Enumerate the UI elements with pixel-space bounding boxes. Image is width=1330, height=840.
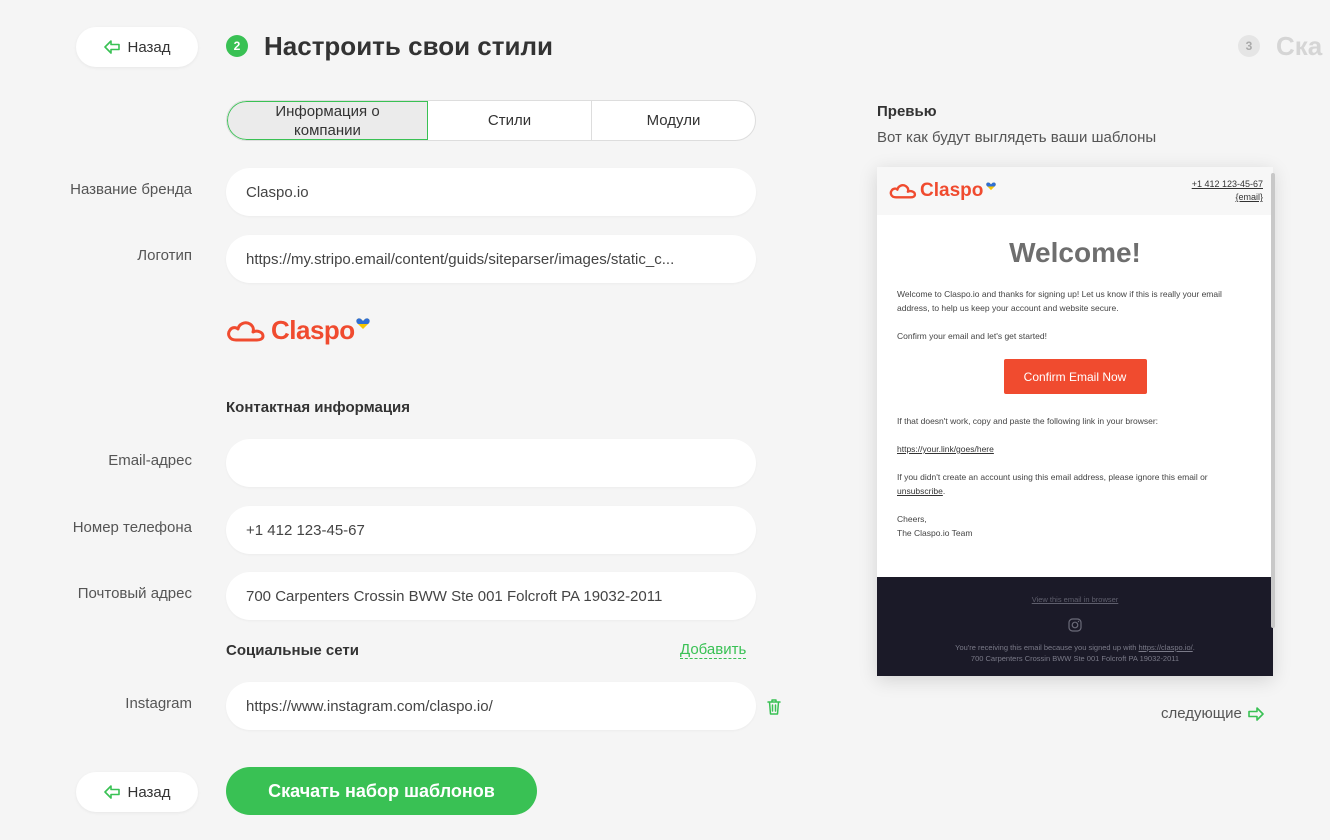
arrow-left-icon bbox=[103, 785, 120, 799]
email-heading: Welcome! bbox=[1009, 237, 1141, 268]
email-input[interactable] bbox=[226, 439, 756, 487]
unsubscribe-link[interactable]: unsubscribe bbox=[897, 486, 943, 496]
logo-text: Claspo bbox=[271, 315, 355, 345]
footer-line1-a: You're receiving this email because you … bbox=[955, 643, 1139, 652]
email-header-email[interactable]: {email} bbox=[1192, 191, 1263, 204]
logo-label: Логотип bbox=[137, 247, 192, 264]
phone-input[interactable]: +1 412 123-45-67 bbox=[226, 506, 756, 554]
brand-input-value: Claspo.io bbox=[246, 183, 309, 201]
email-header-phone[interactable]: +1 412 123-45-67 bbox=[1192, 178, 1263, 191]
address-input[interactable]: 700 Carpenters Crossin BWW Ste 001 Folcr… bbox=[226, 572, 756, 620]
footer-address: 700 Carpenters Crossin BWW Ste 001 Folcr… bbox=[970, 654, 1180, 663]
step-number: 2 bbox=[226, 35, 248, 57]
email-signoff-1: Cheers, bbox=[897, 514, 927, 524]
email-intro: Welcome to Claspo.io and thanks for sign… bbox=[897, 289, 1222, 313]
logo-input[interactable]: https://my.stripo.email/content/guids/si… bbox=[226, 235, 756, 283]
preview-subtitle: Вот как будут выглядеть ваши шаблоны bbox=[877, 129, 1157, 146]
address-label: Почтовый адрес bbox=[77, 585, 192, 602]
instagram-input-value: https://www.instagram.com/claspo.io/ bbox=[246, 697, 493, 715]
next-step-title: Ска bbox=[1276, 31, 1323, 61]
back-button-bottom[interactable]: Назад bbox=[76, 772, 198, 812]
preview-title: Превью bbox=[877, 103, 937, 120]
email-logo-text: Claspo bbox=[920, 180, 984, 201]
next-label: следующие bbox=[1161, 705, 1242, 722]
next-button[interactable]: следующие bbox=[1161, 705, 1264, 722]
view-in-browser-link[interactable]: View this email in browser bbox=[877, 577, 1273, 604]
logo-input-value: https://my.stripo.email/content/guids/si… bbox=[246, 250, 675, 268]
instagram-icon[interactable] bbox=[1068, 618, 1082, 632]
heart-icon bbox=[356, 317, 370, 329]
cloud-icon bbox=[889, 184, 917, 199]
brand-label: Название бренда bbox=[70, 181, 192, 198]
email-confirm-text: Confirm your email and let's get started… bbox=[897, 331, 1047, 341]
address-input-value: 700 Carpenters Crossin BWW Ste 001 Folcr… bbox=[246, 587, 663, 605]
arrow-left-icon bbox=[103, 40, 120, 54]
email-signoff-2: The Claspo.io Team bbox=[897, 528, 973, 538]
email-fallback-link-row: https://your.link/goes/here bbox=[897, 442, 1253, 456]
step-number-next: 3 bbox=[1238, 35, 1260, 57]
email-header: Claspo +1 412 123-45-67 {email} bbox=[877, 167, 1273, 215]
email-preview: Claspo +1 412 123-45-67 {email} Welcome!… bbox=[877, 167, 1273, 676]
contact-heading: Контактная информация bbox=[226, 399, 411, 416]
email-signoff: Cheers, The Claspo.io Team bbox=[897, 512, 1253, 540]
email-label: Email-адрес bbox=[108, 452, 192, 469]
back-button-label: Назад bbox=[127, 783, 171, 801]
tab-modules[interactable]: Модули bbox=[592, 101, 755, 140]
download-templates-button[interactable]: Скачать набор шаблонов bbox=[226, 767, 537, 815]
email-contacts: +1 412 123-45-67 {email} bbox=[1192, 178, 1263, 204]
back-button-top[interactable]: Назад bbox=[76, 27, 198, 67]
email-footer-text: You're receiving this email because you … bbox=[877, 642, 1273, 664]
footer-line1-b: . bbox=[1192, 643, 1195, 652]
tab-styles[interactable]: Стили bbox=[428, 101, 592, 140]
back-button-label: Назад bbox=[127, 38, 171, 56]
email-fallback-link[interactable]: https://your.link/goes/here bbox=[897, 444, 994, 454]
brand-input[interactable]: Claspo.io bbox=[226, 168, 756, 216]
tab-company-info[interactable]: Информация о компании bbox=[227, 101, 428, 140]
settings-tabs: Информация о компании Стили Модули bbox=[226, 100, 756, 141]
email-ignore-text-a: If you didn't create an account using th… bbox=[897, 472, 1208, 482]
cloud-icon bbox=[227, 320, 265, 341]
social-heading: Социальные сети bbox=[226, 642, 359, 659]
email-ignore-text: If you didn't create an account using th… bbox=[897, 470, 1253, 498]
heart-icon bbox=[986, 181, 997, 190]
confirm-email-button[interactable]: Confirm Email Now bbox=[1003, 359, 1147, 394]
arrow-right-icon bbox=[1248, 706, 1264, 721]
phone-input-value: +1 412 123-45-67 bbox=[246, 521, 365, 539]
email-footer: View this email in browser You're receiv… bbox=[877, 577, 1273, 676]
email-fallback-text: If that doesn't work, copy and paste the… bbox=[897, 416, 1159, 426]
email-ignore-text-b: . bbox=[942, 486, 946, 496]
email-body: Welcome! Welcome to Claspo.io and thanks… bbox=[877, 237, 1273, 540]
page-title: Настроить свои стили bbox=[264, 31, 553, 61]
instagram-label: Instagram bbox=[125, 695, 192, 712]
footer-site-link[interactable]: https://claspo.io/ bbox=[1139, 643, 1193, 652]
brand-logo: Claspo bbox=[226, 315, 370, 346]
preview-scrollbar[interactable] bbox=[1271, 173, 1275, 628]
trash-icon[interactable] bbox=[766, 698, 782, 715]
phone-label: Номер телефона bbox=[72, 519, 192, 536]
instagram-input[interactable]: https://www.instagram.com/claspo.io/ bbox=[226, 682, 756, 730]
add-social-link[interactable]: Добавить bbox=[680, 641, 747, 659]
email-logo: Claspo bbox=[889, 180, 997, 202]
